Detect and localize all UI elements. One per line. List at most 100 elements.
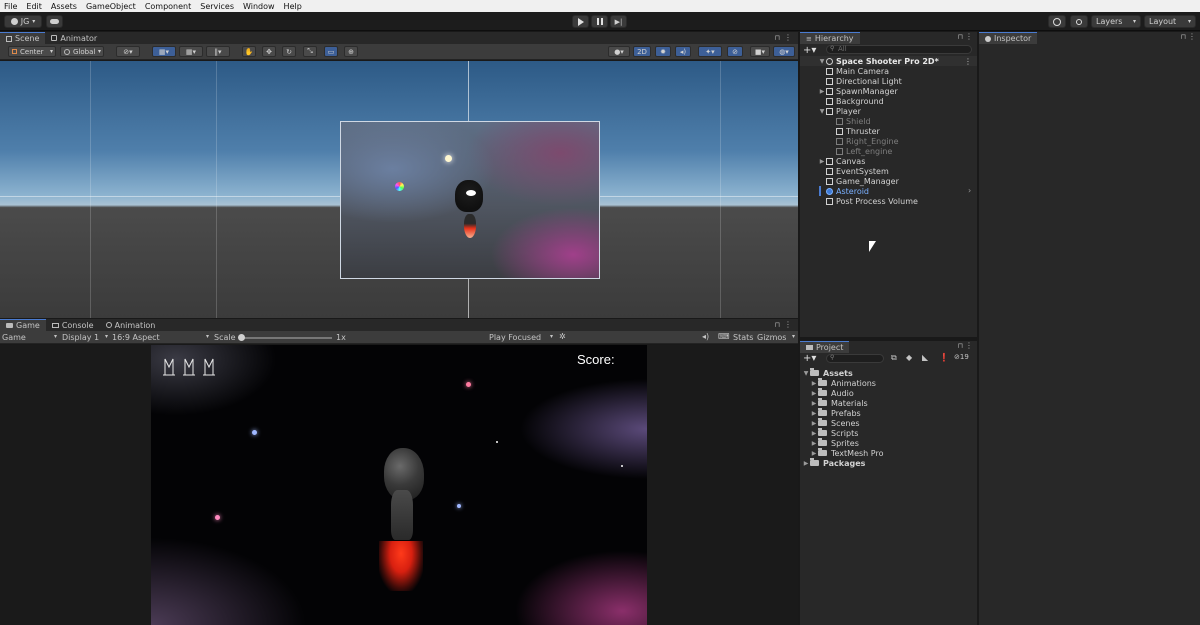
shading-dropdown[interactable]: ●▾ — [608, 46, 630, 57]
hierarchy-item[interactable]: Post Process Volume — [800, 196, 918, 206]
project-folder-sprites[interactable]: ▶ Sprites — [800, 438, 859, 448]
expand-arrow[interactable]: ▶ — [810, 430, 818, 437]
hierarchy-item[interactable]: Thruster — [800, 126, 880, 136]
bug-icon[interactable]: ✲ — [559, 332, 566, 341]
audio-mute-icon[interactable]: ◂) — [702, 332, 709, 341]
hierarchy-item[interactable]: Game_Manager — [800, 176, 899, 186]
lock-icon[interactable]: ⊓ — [1181, 33, 1186, 41]
game-view-dropdown[interactable]: Game ▾ — [2, 333, 57, 342]
expand-arrow[interactable]: ▶ — [810, 440, 818, 447]
add-button[interactable]: +▾ — [803, 353, 816, 364]
expand-arrow[interactable]: ▶ — [818, 158, 826, 165]
tab-animation[interactable]: Animation — [100, 319, 162, 331]
gizmos-dropdown[interactable]: ◍▾ — [773, 46, 795, 57]
tab-animator[interactable]: Animator — [45, 32, 103, 44]
menu-assets[interactable]: Assets — [51, 2, 77, 11]
expand-arrow[interactable]: ▶ — [810, 450, 818, 457]
hierarchy-item[interactable]: Directional Light — [800, 76, 902, 86]
tab-game[interactable]: Game — [0, 319, 46, 331]
pivot-handle[interactable] — [466, 190, 476, 196]
hierarchy-item[interactable]: EventSystem — [800, 166, 889, 176]
play-button[interactable] — [572, 15, 589, 28]
space-dropdown[interactable]: Global ▾ — [60, 46, 104, 57]
rect-tool[interactable]: ▭ — [324, 46, 338, 57]
keyboard-icon[interactable]: ⌨ — [718, 332, 730, 341]
more-icon[interactable]: ⋮ — [965, 341, 973, 350]
effects-dropdown[interactable]: ✦▾ — [698, 46, 722, 57]
expand-arrow[interactable]: ▼ — [818, 58, 826, 65]
move-tool[interactable]: ✥ — [262, 46, 276, 57]
project-folder-textmesh-pro[interactable]: ▶ TextMesh Pro — [800, 448, 883, 458]
hierarchy-item[interactable]: Left_engine — [800, 146, 892, 156]
expand-arrow[interactable]: ▶ — [810, 400, 818, 407]
assets-folder-row[interactable]: ▼ Assets — [800, 368, 853, 378]
camera-dropdown[interactable]: ■▾ — [750, 46, 770, 57]
hand-tool[interactable]: ✋ — [242, 46, 256, 57]
tab-hierarchy[interactable]: ≡ Hierarchy — [800, 32, 860, 44]
expand-arrow[interactable]: ▶ — [810, 410, 818, 417]
display-dropdown[interactable]: Display 1 ▾ — [62, 333, 108, 342]
hierarchy-search[interactable]: ⚲ All — [826, 45, 972, 54]
lighting-toggle[interactable]: ✹ — [655, 46, 671, 57]
audio-toggle[interactable]: ◂) — [675, 46, 691, 57]
menu-services[interactable]: Services — [200, 2, 234, 11]
tag-icon[interactable]: ◣ — [922, 353, 928, 362]
hierarchy-item[interactable]: Asteroid — [800, 186, 869, 196]
step-button[interactable]: ▶| — [610, 15, 627, 28]
expand-arrow[interactable]: ▶ — [810, 390, 818, 397]
menu-window[interactable]: Window — [243, 2, 275, 11]
scene-header-row[interactable]: ▼ Space Shooter Pro 2D* ⋮ — [800, 56, 977, 66]
2d-toggle[interactable]: 2D — [633, 46, 651, 57]
expand-arrow[interactable]: ▶ — [810, 380, 818, 387]
hidden-objects-toggle[interactable]: ⊘ — [727, 46, 743, 57]
expand-arrow[interactable]: ▼ — [802, 370, 810, 377]
filter-type-icon[interactable]: ⧉ — [891, 353, 897, 363]
add-button[interactable]: +▾ — [803, 45, 816, 56]
hierarchy-item[interactable]: ▶ Canvas — [800, 156, 866, 166]
grid-snap-dropdown[interactable]: ▦▾ — [179, 46, 203, 57]
play-mode-dropdown[interactable]: Play Focused ▾ — [489, 333, 553, 342]
layers-dropdown[interactable]: Layers ▾ — [1091, 15, 1141, 28]
hidden-packages-toggle[interactable]: ⊘ 19 — [954, 353, 969, 361]
chevron-right-icon[interactable]: › — [968, 186, 971, 195]
project-folder-audio[interactable]: ▶ Audio — [800, 388, 854, 398]
warning-icon[interactable]: ❗ — [939, 353, 949, 362]
menu-component[interactable]: Component — [145, 2, 191, 11]
tab-scene[interactable]: Scene — [0, 32, 46, 44]
search-button[interactable] — [1070, 15, 1088, 28]
hierarchy-item[interactable]: Right_Engine — [800, 136, 898, 146]
grid-toggle[interactable]: ▦▾ — [152, 46, 176, 57]
cloud-button[interactable] — [46, 15, 63, 28]
scale-tool[interactable]: ⤡ — [303, 46, 317, 57]
layout-dropdown[interactable]: Layout ▾ — [1144, 15, 1196, 28]
game-screen[interactable]: Score: — [151, 345, 647, 625]
expand-arrow[interactable]: ▶ — [818, 88, 826, 95]
lock-icon[interactable]: ⊓ — [958, 342, 963, 350]
expand-arrow[interactable]: ▼ — [818, 108, 826, 115]
project-search[interactable]: ⚲ — [826, 354, 884, 363]
project-folder-materials[interactable]: ▶ Materials — [800, 398, 868, 408]
more-icon[interactable]: ⋮ — [965, 32, 973, 41]
hierarchy-item[interactable]: Main Camera — [800, 66, 889, 76]
menu-help[interactable]: Help — [284, 2, 302, 11]
filter-label-icon[interactable]: ◆ — [906, 353, 912, 362]
snap-dropdown[interactable]: ⊘▾ — [116, 46, 140, 57]
account-dropdown[interactable]: JG ▾ — [4, 15, 42, 28]
hierarchy-item[interactable]: Shield — [800, 116, 871, 126]
project-folder-scripts[interactable]: ▶ Scripts — [800, 428, 858, 438]
transform-tool[interactable]: ⊕ — [344, 46, 358, 57]
scale-slider[interactable] — [238, 334, 332, 341]
expand-arrow[interactable]: ▶ — [802, 460, 810, 467]
background-sprite[interactable] — [340, 121, 600, 279]
hierarchy-item[interactable]: ▶ SpawnManager — [800, 86, 898, 96]
hierarchy-item[interactable]: Background — [800, 96, 884, 106]
increment-snap-dropdown[interactable]: ‖▾ — [206, 46, 230, 57]
tab-inspector[interactable]: Inspector — [979, 32, 1038, 44]
scale-slider-handle[interactable] — [238, 334, 245, 341]
hierarchy-item[interactable]: ▼ Player — [800, 106, 861, 116]
tab-project[interactable]: Project — [800, 341, 850, 353]
stats-button[interactable]: Stats — [733, 333, 753, 342]
packages-folder-row[interactable]: ▶ Packages — [800, 458, 865, 468]
pivot-dropdown[interactable]: Center ▾ — [8, 46, 56, 57]
pause-button[interactable] — [591, 15, 608, 28]
